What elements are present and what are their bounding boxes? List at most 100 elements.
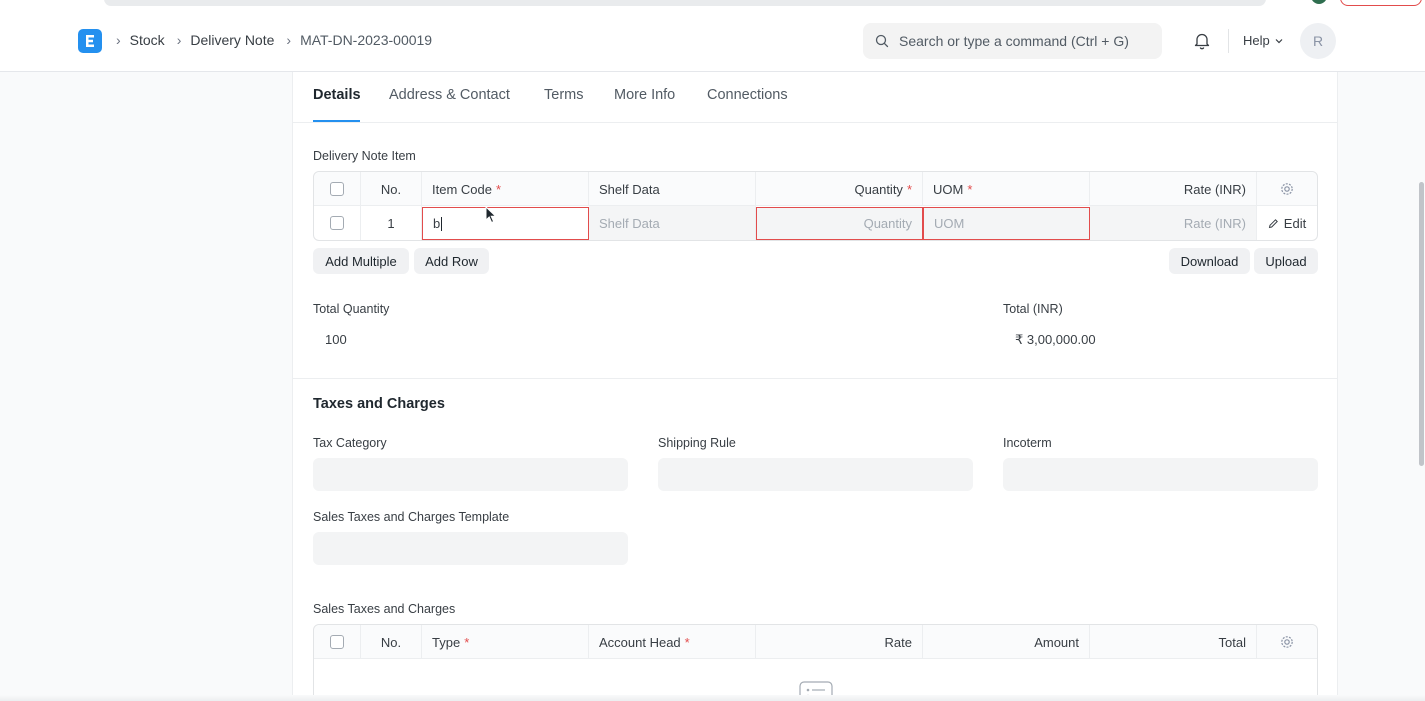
breadcrumb: › Stock › Delivery Note › MAT-DN-2023-00… — [116, 32, 444, 48]
select-all-checkbox[interactable] — [330, 635, 344, 649]
grid-header-rate: Rate — [756, 625, 923, 659]
erpnext-logo-icon — [86, 35, 94, 47]
uom-input[interactable]: UOM — [923, 207, 1090, 240]
add-row-button[interactable]: Add Row — [414, 248, 489, 274]
grid-header-total: Total — [1090, 625, 1257, 659]
chevron-right-icon: › — [116, 32, 121, 48]
required-asterisk: * — [464, 634, 470, 650]
taxes-template-label: Sales Taxes and Charges Template — [313, 510, 510, 524]
tax-category-field[interactable] — [313, 458, 628, 491]
grid-header-checkbox-cell — [314, 172, 361, 206]
taxes-template-field[interactable] — [313, 532, 628, 565]
row-checkbox[interactable] — [330, 216, 344, 230]
active-tab-indicator — [313, 120, 360, 122]
chevron-down-icon — [1275, 38, 1283, 43]
gear-icon[interactable] — [1280, 635, 1294, 649]
help-dropdown[interactable]: Help — [1243, 33, 1284, 48]
rate-input[interactable]: Rate (INR) — [1090, 206, 1257, 240]
grid-header-no: No. — [361, 172, 422, 206]
required-asterisk: * — [967, 181, 973, 197]
tab-terms[interactable]: Terms — [544, 87, 583, 103]
section-divider — [293, 378, 1337, 379]
grid-header-no: No. — [361, 625, 422, 659]
breadcrumb-delivery-note[interactable]: Delivery Note — [190, 32, 274, 48]
uom-placeholder: UOM — [934, 216, 965, 231]
chevron-right-icon: › — [176, 32, 182, 48]
type-header-label: Type — [432, 634, 461, 650]
text-caret — [441, 216, 443, 231]
shipping-rule-field[interactable] — [658, 458, 973, 491]
grid-header-uom: UOM * — [923, 172, 1090, 206]
row-edit-button[interactable]: Edit — [1257, 206, 1317, 240]
notification-bell-icon[interactable] — [1193, 31, 1211, 50]
grid-header-shelf-data: Shelf Data — [589, 172, 756, 206]
grid-header-row: No. Item Code * Shelf Data Quantity * UOM *… — [314, 172, 1317, 206]
quantity-header-label: Quantity — [854, 181, 903, 197]
grid-header-row: No. Type * Account Head * Rate Amount Tota… — [314, 625, 1317, 659]
total-inr-label: Total (INR) — [1003, 302, 1063, 316]
navbar: › Stock › Delivery Note › MAT-DN-2023-00… — [0, 10, 1425, 72]
search-input[interactable] — [899, 33, 1159, 49]
grid-header-quantity: Quantity * — [756, 172, 923, 206]
item-code-input[interactable]: b — [422, 207, 589, 240]
quantity-placeholder: Quantity — [863, 216, 912, 231]
taxes-grid: No. Type * Account Head * Rate Amount Tota… — [313, 624, 1318, 701]
table-row: 1 b Shelf Data Quantity UOM Rate (INR) E… — [314, 206, 1317, 240]
shipping-rule-label: Shipping Rule — [658, 436, 736, 450]
browser-address-bar[interactable] — [104, 0, 1266, 6]
gear-icon[interactable] — [1280, 182, 1294, 196]
tab-more-info[interactable]: More Info — [614, 87, 675, 103]
shelf-data-placeholder: Shelf Data — [599, 215, 660, 231]
browser-strip — [0, 0, 1425, 10]
uom-header-label: UOM — [933, 181, 964, 197]
rate-placeholder: Rate (INR) — [1183, 215, 1246, 231]
browser-profile-icon[interactable] — [1311, 0, 1327, 4]
grid-settings-cell — [1257, 172, 1317, 206]
app-logo[interactable] — [78, 29, 102, 53]
awesomebar[interactable] — [863, 23, 1162, 59]
item-code-value: b — [433, 216, 441, 231]
item-code-header-label: Item Code — [432, 181, 492, 197]
scrollbar-thumb[interactable] — [1419, 182, 1424, 466]
select-all-checkbox[interactable] — [330, 182, 344, 196]
grid-header-account-head: Account Head * — [589, 625, 756, 659]
row-checkbox-cell — [314, 206, 361, 240]
grid-header-amount: Amount — [923, 625, 1090, 659]
grid-header-item-code: Item Code * — [422, 172, 589, 206]
bottom-edge — [0, 695, 1425, 701]
items-table-label: Delivery Note Item — [313, 149, 416, 163]
tab-address-contact[interactable]: Address & Contact — [389, 87, 510, 103]
required-asterisk: * — [495, 181, 502, 197]
upload-button[interactable]: Upload — [1254, 248, 1318, 274]
form-card: Details Address & Contact Terms More Inf… — [292, 72, 1338, 701]
navbar-divider — [1228, 29, 1229, 53]
download-button[interactable]: Download — [1169, 248, 1250, 274]
add-multiple-button[interactable]: Add Multiple — [313, 248, 409, 274]
grid-header-rate: Rate (INR) — [1090, 172, 1257, 206]
avatar[interactable]: R — [1300, 23, 1336, 59]
taxes-table-label: Sales Taxes and Charges — [313, 602, 456, 616]
tab-connections[interactable]: Connections — [707, 87, 788, 103]
account-head-header-label: Account Head — [599, 634, 681, 650]
grid-settings-cell — [1257, 625, 1317, 659]
breadcrumb-document[interactable]: MAT-DN-2023-00019 — [300, 32, 432, 48]
total-quantity-value: 100 — [325, 332, 347, 347]
total-inr-value: ₹ 3,00,000.00 — [1015, 332, 1096, 347]
grid-header-checkbox-cell — [314, 625, 361, 659]
required-asterisk: * — [684, 634, 690, 650]
page-scrollbar[interactable] — [1417, 72, 1425, 701]
pencil-icon — [1268, 218, 1278, 228]
shelf-data-input[interactable]: Shelf Data — [589, 206, 756, 240]
breadcrumb-stock[interactable]: Stock — [130, 32, 165, 48]
chevron-right-icon: › — [286, 32, 292, 48]
tab-details[interactable]: Details — [313, 87, 361, 103]
browser-action-pill[interactable] — [1340, 0, 1422, 6]
incoterm-label: Incoterm — [1003, 436, 1052, 450]
form-tabs: Details Address & Contact Terms More Inf… — [293, 72, 1337, 123]
grid-header-type: Type * — [422, 625, 589, 659]
quantity-input[interactable]: Quantity — [756, 207, 923, 240]
taxes-section-title[interactable]: Taxes and Charges — [313, 396, 445, 412]
mouse-cursor-icon — [485, 206, 497, 224]
help-label: Help — [1243, 33, 1270, 48]
incoterm-field[interactable] — [1003, 458, 1318, 491]
